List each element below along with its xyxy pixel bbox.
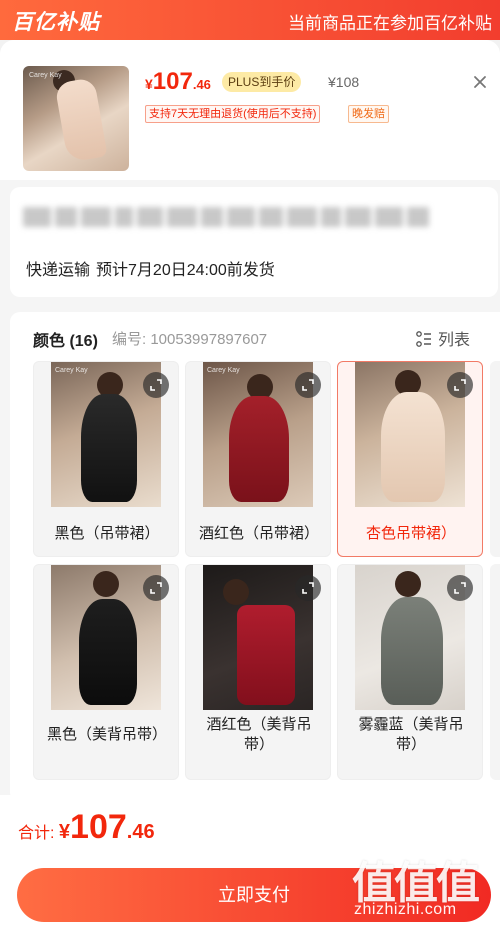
shipping-method: 快递运输: [26, 262, 91, 279]
variant-label: 黑色（吊带裙）: [54, 525, 160, 542]
close-icon[interactable]: [470, 73, 490, 93]
thumb-brand-mark: Carey Kay: [29, 72, 62, 79]
variant-option-wine-slip[interactable]: Carey Kay 酒红色（吊带裙）: [185, 361, 331, 557]
total-decimal: .46: [126, 821, 155, 843]
variant-option-wine-backless[interactable]: 酒红色（美背吊带）: [185, 564, 331, 780]
list-view-label: 列表: [438, 332, 471, 349]
variant-label: 雾霾蓝（美背吊带）: [358, 716, 464, 753]
variant-option-apricot-slip[interactable]: 杏色吊带裙）: [337, 361, 483, 557]
product-thumbnail[interactable]: Carey Kay: [23, 66, 129, 171]
original-price: ¥108: [328, 74, 360, 90]
variant-label: 酒红色（吊带裙）: [198, 525, 319, 542]
expand-icon[interactable]: [295, 575, 321, 601]
late-compensation-tag: 晚发赔: [348, 105, 389, 123]
price-integer: 107: [152, 68, 193, 95]
thumb-dress: [54, 77, 108, 163]
variant-option-peek[interactable]: [490, 361, 500, 557]
variant-label: 黑色（美背吊带）: [46, 726, 167, 743]
plus-price-badge: PLUS到手价: [222, 72, 302, 92]
variant-option-black-slip[interactable]: Carey Kay 黑色（吊带裙）: [33, 361, 179, 557]
blurred-address: [23, 207, 453, 235]
variant-option-haze-blue-backless[interactable]: 雾霾蓝（美背吊带）: [337, 564, 483, 780]
sku-value: 10053997897607: [150, 331, 268, 348]
watermark-url: zhizhizhi.com: [354, 901, 457, 918]
sku-label: 编号:: [112, 331, 147, 348]
price-decimal: .46: [192, 77, 211, 92]
list-view-toggle[interactable]: 列表: [416, 326, 470, 350]
site-watermark: 值值值 zhizhizhi.com: [350, 847, 500, 925]
subsidy-notice: 当前商品正在参加百亿补贴: [288, 14, 492, 33]
subsidy-logo: 百亿补贴: [12, 11, 100, 34]
shipping-estimate: 预计7月20日24:00前发货: [96, 262, 275, 279]
subsidy-banner: 百亿补贴 当前商品正在参加百亿补贴: [0, 0, 500, 40]
expand-icon[interactable]: [447, 372, 473, 398]
variant-option-peek[interactable]: [490, 564, 500, 780]
list-view-icon: [416, 331, 432, 347]
shipping-info: 快递运输 预计7月20日24:00前发货: [26, 256, 275, 280]
sku-number: 编号: 10053997897607: [112, 328, 267, 349]
expand-icon[interactable]: [143, 575, 169, 601]
expand-icon[interactable]: [295, 372, 321, 398]
close-glyph: [474, 76, 486, 88]
variant-label: 酒红色（美背吊带）: [206, 716, 312, 753]
return-policy-tag: 支持7天无理由退货(使用后不支持): [145, 105, 321, 123]
expand-icon[interactable]: [447, 575, 473, 601]
expand-icon[interactable]: [143, 372, 169, 398]
color-section-title: 颜色 (16): [33, 333, 98, 350]
total-symbol: ¥: [58, 821, 71, 843]
variant-option-black-backless[interactable]: 黑色（美背吊带）: [33, 564, 179, 780]
variant-brand-mark: Carey Kay: [55, 367, 88, 374]
product-price: ¥107.46: [145, 68, 211, 96]
variant-label: 杏色吊带裙）: [365, 525, 456, 542]
variant-brand-mark: Carey Kay: [207, 367, 240, 374]
total-integer: 107: [70, 808, 127, 846]
address-card[interactable]: [10, 187, 498, 297]
price-symbol: ¥: [145, 76, 153, 92]
order-total: 合计: ¥107.46: [18, 808, 155, 847]
total-label: 合计:: [18, 825, 55, 842]
